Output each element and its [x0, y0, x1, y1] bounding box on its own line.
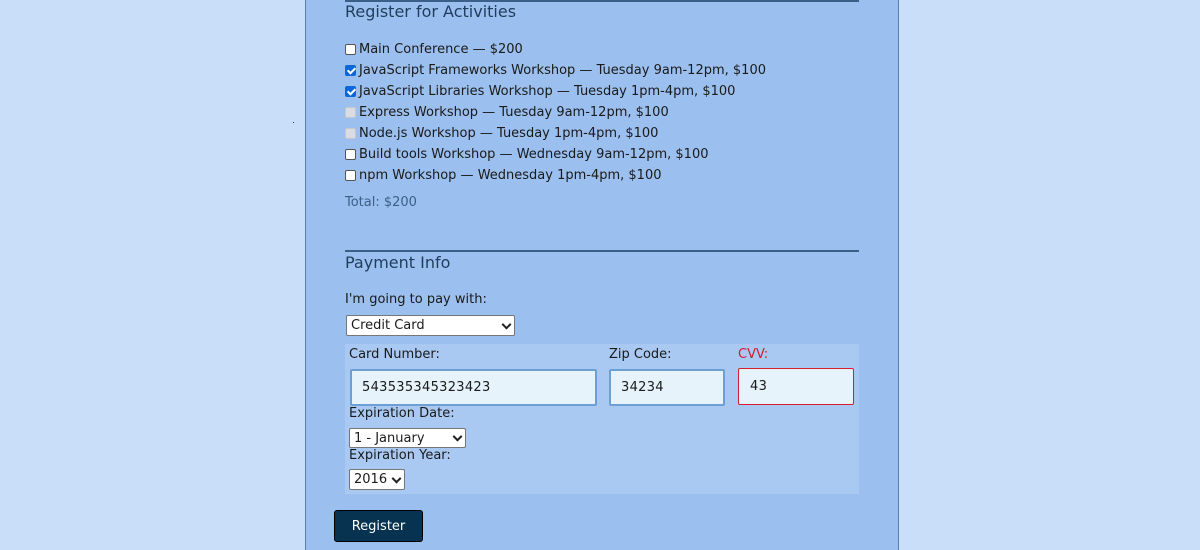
chevron-down-icon [501, 319, 512, 330]
activity-label: Build tools Workshop — Wednesday 9am-12p… [359, 146, 709, 162]
activity-label: npm Workshop — Wednesday 1pm-4pm, $100 [359, 167, 662, 183]
expiration-year-select[interactable]: 2016 [349, 469, 405, 490]
activity-option[interactable]: Main Conference — $200 [345, 40, 523, 58]
cvv-input[interactable]: 43 [738, 368, 854, 405]
activity-option[interactable]: JavaScript Libraries Workshop — Tuesday … [345, 82, 735, 100]
activity-checkbox[interactable] [345, 169, 356, 181]
activity-label: JavaScript Libraries Workshop — Tuesday … [359, 83, 736, 99]
activity-option[interactable]: JavaScript Frameworks Workshop — Tuesday… [345, 61, 766, 79]
activity-label: Express Workshop — Tuesday 9am-12pm, $10… [359, 104, 669, 120]
activity-option: Node.js Workshop — Tuesday 1pm-4pm, $100 [345, 124, 658, 142]
zip-code-label: Zip Code: [609, 347, 672, 362]
register-button[interactable]: Register [334, 510, 423, 542]
activity-option: Express Workshop — Tuesday 9am-12pm, $10… [345, 103, 669, 121]
activity-label: Node.js Workshop — Tuesday 1pm-4pm, $100 [359, 125, 659, 141]
card-number-label: Card Number: [349, 347, 440, 362]
expiration-date-value: 1 - January [354, 430, 425, 446]
activities-total: Total: $200 [345, 195, 417, 210]
activity-checkbox[interactable] [345, 64, 356, 76]
payment-legend: Payment Info [345, 253, 451, 272]
registration-form: Register for Activities Main Conference … [305, 0, 899, 550]
zip-code-input[interactable]: 34234 [609, 369, 725, 406]
payment-method-select[interactable]: Credit Card [346, 315, 515, 336]
activity-checkbox [345, 127, 356, 139]
payment-method-label: I'm going to pay with: [345, 292, 487, 307]
card-number-input[interactable]: 543535345323423 [350, 369, 597, 406]
activity-checkbox [345, 106, 356, 118]
activity-option[interactable]: Build tools Workshop — Wednesday 9am-12p… [345, 145, 708, 163]
activity-checkbox[interactable] [345, 43, 356, 55]
credit-card-panel: Card Number: Zip Code: CVV: 543535345323… [345, 344, 859, 494]
expiration-year-value: 2016 [354, 472, 388, 487]
cvv-label: CVV: [738, 347, 769, 362]
chevron-down-icon [391, 473, 402, 484]
expiration-date-select[interactable]: 1 - January [349, 428, 466, 448]
chevron-down-icon [452, 431, 463, 442]
stray-dot [293, 122, 294, 123]
activity-option[interactable]: npm Workshop — Wednesday 1pm-4pm, $100 [345, 166, 662, 184]
activity-label: JavaScript Frameworks Workshop — Tuesday… [359, 62, 766, 78]
expiration-year-label: Expiration Year: [349, 448, 451, 463]
payment-section-rule [345, 250, 859, 252]
activity-checkbox[interactable] [345, 148, 356, 160]
activity-label: Main Conference — $200 [359, 41, 523, 57]
activity-checkbox[interactable] [345, 85, 356, 97]
expiration-date-label: Expiration Date: [349, 406, 455, 421]
activities-legend: Register for Activities [345, 2, 517, 21]
payment-method-value: Credit Card [351, 318, 425, 333]
